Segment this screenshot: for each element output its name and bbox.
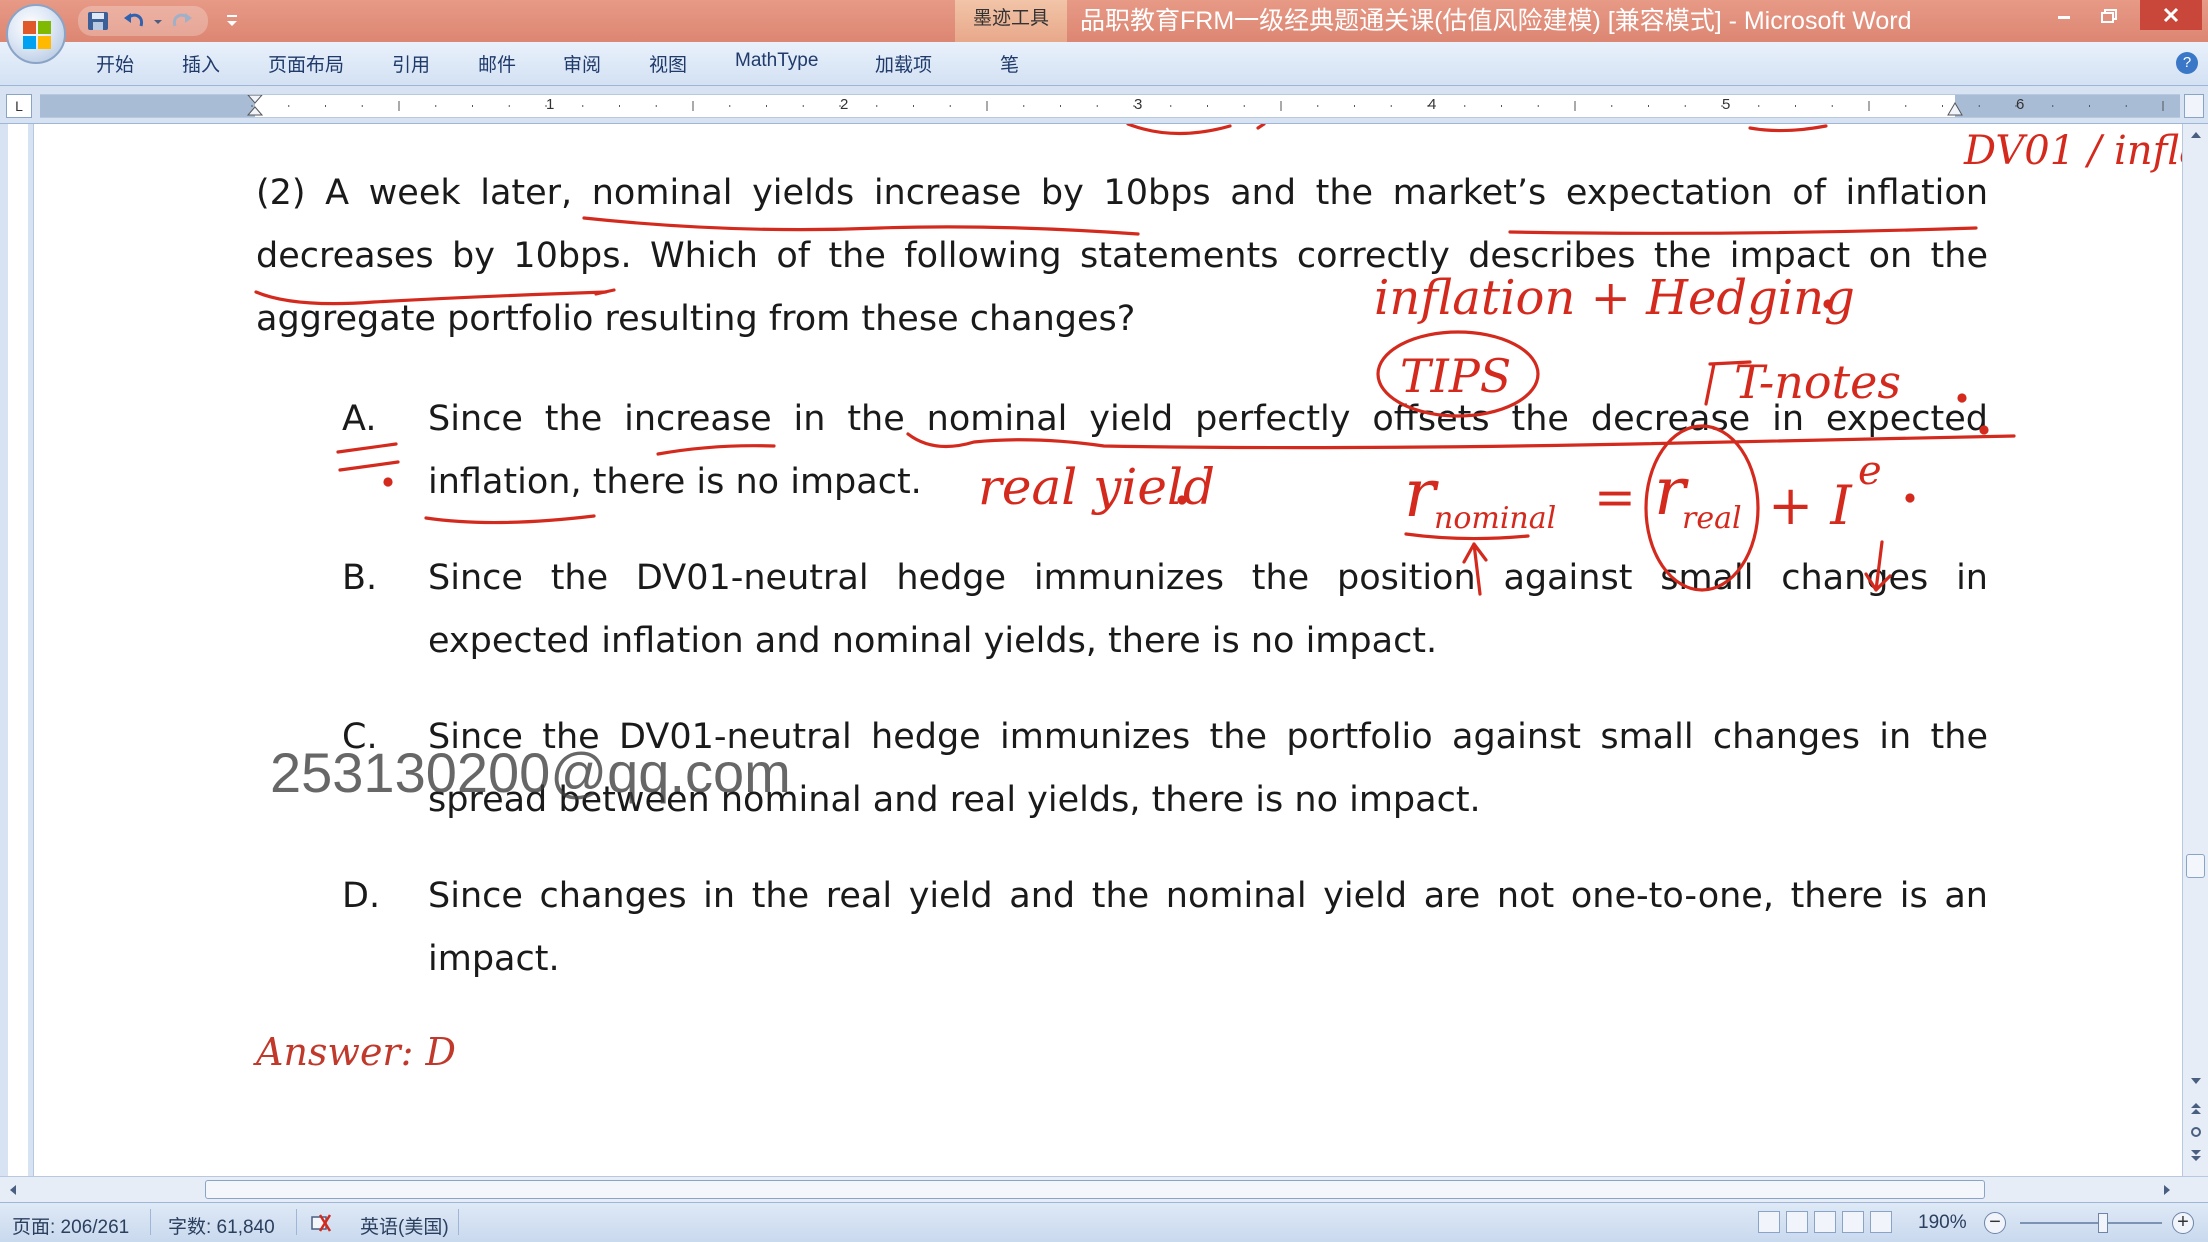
tab-mailings[interactable]: 邮件 bbox=[478, 50, 516, 77]
option-text-b: Since the DV01-neutral hedge immunizes t… bbox=[428, 558, 1988, 661]
view-ruler-button[interactable] bbox=[2184, 94, 2204, 118]
undo-icon[interactable] bbox=[122, 10, 146, 32]
tab-add-ins[interactable]: 加载项 bbox=[875, 50, 932, 77]
tab-page-layout[interactable]: 页面布局 bbox=[268, 50, 344, 77]
ruler-number: 1 bbox=[546, 96, 555, 113]
answer-label: Answer: D bbox=[256, 1030, 456, 1074]
ruler-number: 5 bbox=[1722, 96, 1731, 113]
option-text-d: Since changes in the real yield and the … bbox=[428, 876, 1988, 979]
undo-dropdown-icon[interactable] bbox=[146, 10, 170, 32]
vertical-ruler[interactable] bbox=[0, 124, 34, 1176]
tab-pen[interactable]: 笔 bbox=[1000, 50, 1019, 77]
quick-access-toolbar bbox=[78, 6, 208, 36]
word-count[interactable]: 字数: 61,840 bbox=[168, 1212, 275, 1239]
tab-home[interactable]: 开始 bbox=[96, 50, 134, 77]
window-title: 品职教育FRM一级经典题通关课(估值风险建模) [兼容模式] - Microso… bbox=[1080, 7, 1912, 35]
full-screen-reading-view-icon[interactable] bbox=[1786, 1211, 1808, 1233]
option-text-a: Since the increase in the nominal yield … bbox=[428, 399, 1988, 502]
ink-tools-context-tab[interactable]: 墨迹工具 bbox=[955, 0, 1067, 42]
office-logo-icon bbox=[23, 21, 51, 49]
horizontal-scroll-thumb[interactable] bbox=[205, 1180, 1985, 1199]
ribbon-tabs: 开始 插入 页面布局 引用 邮件 审阅 视图 MathType 加载项 笔 ? bbox=[0, 42, 2208, 86]
ruler-number: 4 bbox=[1428, 96, 1437, 113]
vertical-scroll-thumb[interactable] bbox=[2186, 854, 2205, 878]
question-stem: (2) A week later, nominal yields increas… bbox=[256, 173, 1988, 339]
status-divider bbox=[458, 1209, 459, 1235]
office-button[interactable] bbox=[6, 4, 66, 64]
page-count[interactable]: 页面: 206/261 bbox=[12, 1212, 129, 1239]
right-indent-marker-icon[interactable] bbox=[1946, 101, 1964, 117]
scroll-left-icon[interactable] bbox=[6, 1182, 20, 1198]
option-letter-b: B. bbox=[342, 558, 378, 598]
ruler-number: 3 bbox=[1134, 96, 1143, 113]
scroll-right-icon[interactable] bbox=[2160, 1182, 2174, 1198]
minimize-icon[interactable] bbox=[2042, 0, 2086, 30]
ink-dot bbox=[383, 477, 393, 487]
ink-stroke bbox=[1126, 124, 1266, 136]
previous-page-icon[interactable] bbox=[2188, 1100, 2204, 1116]
horizontal-ruler[interactable]: 1 2 3 4 5 6 bbox=[40, 94, 2180, 118]
next-page-icon[interactable] bbox=[2188, 1148, 2204, 1164]
customize-toolbar-icon[interactable] bbox=[224, 10, 240, 32]
ruler-ticks bbox=[251, 101, 2164, 111]
restore-icon[interactable] bbox=[2088, 0, 2132, 30]
save-icon[interactable] bbox=[86, 10, 110, 32]
redo-icon[interactable] bbox=[170, 10, 194, 32]
browse-object-icon[interactable] bbox=[2188, 1124, 2204, 1140]
scroll-up-icon[interactable] bbox=[2188, 128, 2204, 142]
zoom-slider-thumb[interactable] bbox=[2098, 1213, 2108, 1233]
vertical-scrollbar[interactable] bbox=[2182, 124, 2208, 1176]
ink-stroke bbox=[1748, 124, 1828, 133]
tab-insert[interactable]: 插入 bbox=[182, 50, 220, 77]
language-indicator[interactable]: 英语(美国) bbox=[360, 1212, 449, 1239]
option-letter-d: D. bbox=[342, 876, 381, 916]
proofing-icon[interactable] bbox=[308, 1211, 334, 1235]
tab-review[interactable]: 审阅 bbox=[563, 50, 601, 77]
draft-view-icon[interactable] bbox=[1870, 1211, 1892, 1233]
ink-underline bbox=[424, 514, 596, 525]
zoom-in-icon[interactable]: + bbox=[2172, 1212, 2194, 1234]
indent-marker-icon[interactable] bbox=[246, 95, 264, 117]
tab-mathtype[interactable]: MathType bbox=[735, 50, 818, 72]
horizontal-scrollbar[interactable] bbox=[0, 1176, 2208, 1202]
ruler-number: 6 bbox=[2016, 96, 2025, 113]
close-icon[interactable] bbox=[2140, 0, 2202, 30]
scroll-down-icon[interactable] bbox=[2188, 1074, 2204, 1088]
zoom-level[interactable]: 190% bbox=[1918, 1212, 1967, 1234]
horizontal-ruler-row: L 1 2 3 4 5 6 bbox=[0, 86, 2208, 124]
option-letter-a: A. bbox=[342, 399, 377, 439]
help-icon[interactable]: ? bbox=[2176, 52, 2198, 74]
print-layout-view-icon[interactable] bbox=[1758, 1211, 1780, 1233]
outline-view-icon[interactable] bbox=[1842, 1211, 1864, 1233]
title-bar: 墨迹工具 品职教育FRM一级经典题通关课(估值风险建模) [兼容模式] - Mi… bbox=[0, 0, 2208, 42]
zoom-out-icon[interactable]: − bbox=[1984, 1212, 2006, 1234]
vertical-ruler-track bbox=[8, 124, 28, 1176]
tab-view[interactable]: 视图 bbox=[649, 50, 687, 77]
tab-stop-selector[interactable]: L bbox=[6, 94, 32, 118]
tab-references[interactable]: 引用 bbox=[392, 50, 430, 77]
document-page[interactable]: (2) A week later, nominal yields increas… bbox=[34, 124, 2182, 1176]
status-divider bbox=[296, 1209, 297, 1235]
ink-underline bbox=[1404, 532, 1530, 541]
web-layout-view-icon[interactable] bbox=[1814, 1211, 1836, 1233]
status-divider bbox=[150, 1209, 151, 1235]
ruler-number: 2 bbox=[840, 96, 849, 113]
email-watermark: 253130200@qq.com bbox=[270, 741, 791, 804]
zoom-slider[interactable] bbox=[2020, 1222, 2162, 1224]
status-bar: 页面: 206/261 字数: 61,840 英语(美国) 190% − + bbox=[0, 1202, 2208, 1242]
ink-text-dv01: DV01 / inflation bbox=[1963, 128, 2182, 174]
